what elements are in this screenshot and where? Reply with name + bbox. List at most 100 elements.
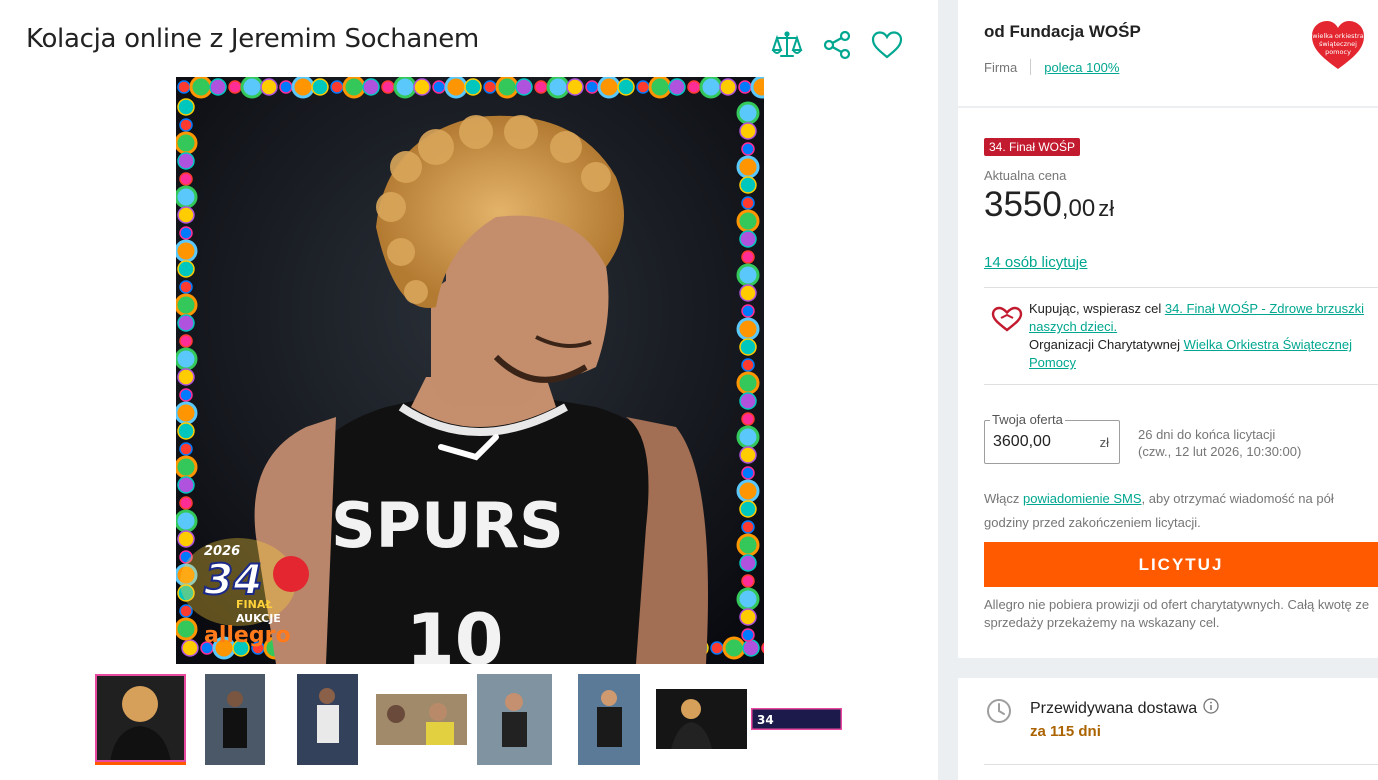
frame-dot [176, 347, 198, 371]
frame-dot [736, 101, 760, 125]
frame-dot [699, 77, 723, 99]
frame-dot [179, 226, 193, 240]
frame-dot [736, 587, 760, 611]
frame-dot [311, 78, 329, 96]
frame-dot [739, 500, 757, 518]
clock-icon [986, 698, 1012, 729]
frame-dot [177, 152, 195, 170]
frame-dot [736, 155, 760, 179]
main-product-image[interactable]: SPURS 10 2026 34 FINAŁ AUKCJE allegro [176, 77, 764, 664]
thumbnail[interactable] [376, 694, 467, 745]
frame-dot [444, 77, 468, 99]
offer-legend: Twoja oferta [990, 412, 1065, 427]
compare-icon[interactable] [770, 28, 804, 62]
frame-dot [240, 77, 264, 99]
fee-note: Allegro nie pobiera prowizji od ofert ch… [984, 597, 1370, 630]
frame-dot [736, 479, 760, 503]
current-price: 3550,00 zł [984, 185, 1114, 225]
thumbnail[interactable] [297, 674, 358, 765]
thumbnail[interactable] [205, 674, 265, 765]
sms-prefix: Włącz [984, 491, 1023, 506]
offer-field[interactable]: Twoja oferta zł [984, 412, 1120, 464]
thumbnail[interactable]: 34 [751, 708, 842, 730]
auction-card: 34. Finał WOŚP Aktualna cena 3550,00 zł 1… [958, 108, 1378, 658]
seller-card: od Fundacja WOŚP Firma poleca 100% wielk… [958, 0, 1378, 106]
share-icon[interactable] [820, 28, 854, 62]
thumbnail[interactable] [656, 689, 747, 749]
price-currency: zł [1098, 196, 1115, 221]
seller-type: Firma [984, 59, 1018, 75]
logo-text: wielka orkiestra [1312, 32, 1363, 40]
thumbnail-badge-number: 34 [757, 713, 774, 727]
frame-dot [189, 77, 213, 99]
frame-dot [177, 476, 195, 494]
frame-dot [739, 230, 757, 248]
logo-text: pomocy [1325, 48, 1351, 56]
frame-dot [739, 122, 757, 140]
frame-dot [177, 530, 195, 548]
seller-rating-link[interactable]: poleca 100% [1044, 60, 1119, 75]
thumbnail[interactable] [578, 674, 640, 765]
frame-dot [179, 442, 193, 456]
frame-dot [738, 80, 752, 94]
frame-dot [177, 422, 195, 440]
frame-dot [741, 520, 755, 534]
divider [984, 287, 1378, 288]
sms-notice: Włącz powiadomienie SMS, aby otrzymać wi… [984, 487, 1376, 535]
frame-dot [177, 260, 195, 278]
delivery-label-row: Przewidywana dostawa [1030, 698, 1219, 719]
favorite-icon[interactable] [870, 28, 904, 62]
frame-dot [597, 77, 621, 99]
frame-dot [739, 392, 757, 410]
frame-dot [710, 641, 724, 655]
frame-dot [736, 425, 760, 449]
frame-dot [279, 80, 293, 94]
frame-dot [483, 80, 497, 94]
frame-dot [330, 80, 344, 94]
frame-dot [495, 77, 519, 99]
thumbnail[interactable] [477, 674, 552, 765]
frame-dot [741, 196, 755, 210]
frame-dot [617, 78, 635, 96]
frame-dot [342, 77, 366, 99]
charity-org-prefix: Organizacji Charytatywnej [1029, 337, 1184, 352]
divider [984, 764, 1378, 765]
heart-hands-icon [991, 306, 1023, 337]
thumbnail[interactable] [95, 674, 186, 765]
bidders-link[interactable]: 14 osób licytuje [984, 254, 1087, 271]
frame-dot [176, 131, 198, 155]
badge-number: 34 [204, 555, 262, 604]
frame-dot [719, 78, 737, 96]
frame-dot [179, 118, 193, 132]
bid-button[interactable]: LICYTUJ [984, 542, 1378, 587]
product-gallery-panel: Kolacja online z Jeremim Sochanem SPURS … [0, 0, 938, 780]
frame-dot [176, 617, 198, 641]
frame-dot [228, 80, 242, 94]
info-icon[interactable] [1203, 698, 1219, 719]
frame-dot [176, 185, 198, 209]
ends-date: (czw., 12 lut 2026, 10:30:00) [1138, 444, 1302, 459]
delivery-value: za 115 dni [1030, 723, 1101, 740]
header-actions [770, 28, 904, 62]
frame-dot [736, 317, 760, 341]
frame-dot [648, 77, 672, 99]
frame-dot [741, 304, 755, 318]
frame-dot [515, 78, 533, 96]
ends-in: 26 dni do końca licytacji [1138, 427, 1276, 442]
frame-dot [179, 388, 193, 402]
frame-dot [176, 401, 198, 425]
frame-dot [750, 77, 764, 99]
frame-dot [393, 77, 417, 99]
seller-name[interactable]: od Fundacja WOŚP [984, 22, 1141, 42]
frame-dot [739, 554, 757, 572]
frame-dot [176, 455, 198, 479]
frame-dot [179, 496, 193, 510]
frame-dot [413, 78, 431, 96]
frame-dot [177, 314, 195, 332]
frame-dot [179, 280, 193, 294]
page-title: Kolacja online z Jeremim Sochanem [26, 24, 479, 54]
frame-dot [739, 284, 757, 302]
offer-input[interactable] [993, 433, 1083, 451]
frame-dot [179, 334, 193, 348]
sms-notification-link[interactable]: powiadomienie SMS [1023, 491, 1142, 506]
